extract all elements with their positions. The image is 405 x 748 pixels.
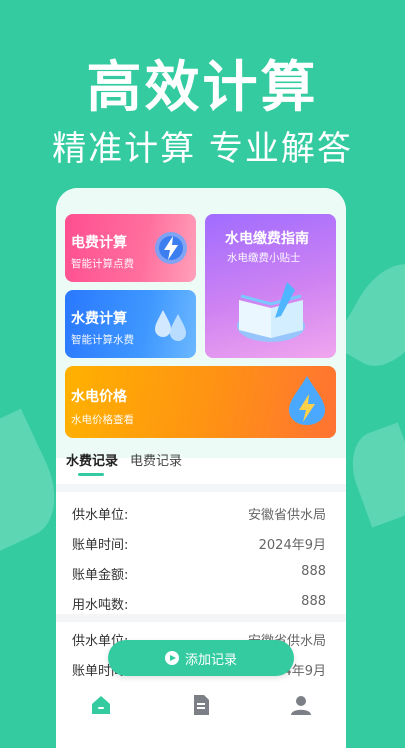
card-subtitle: 智能计算水费 bbox=[71, 334, 134, 346]
card-title: 水电缴费指南 bbox=[225, 231, 309, 247]
card-title: 电费计算 bbox=[71, 235, 127, 251]
utility-price-card[interactable]: 水电价格 水电价格查看 bbox=[65, 366, 336, 438]
field-value: 安徽省供水局 bbox=[247, 508, 326, 523]
tab-water-records[interactable]: 水费记录 bbox=[66, 450, 118, 469]
field-value: 888 bbox=[301, 594, 326, 609]
field-label: 用水吨数: bbox=[72, 598, 129, 613]
card-subtitle: 智能计算点费 bbox=[71, 258, 134, 270]
nav-records[interactable] bbox=[189, 694, 213, 716]
user-icon bbox=[291, 696, 311, 715]
hero-title: 高效计算 bbox=[86, 55, 319, 119]
tab-electric-records[interactable]: 电费记录 bbox=[130, 450, 182, 469]
card-subtitle: 水电价格查看 bbox=[71, 414, 134, 426]
water-calc-card[interactable]: 水费计算 智能计算水费 bbox=[65, 290, 196, 358]
record-row-amount: 账单金额: 888 bbox=[72, 564, 326, 584]
nav-profile[interactable] bbox=[289, 694, 313, 716]
field-value: 888 bbox=[301, 564, 326, 579]
lightning-drop-icon bbox=[151, 228, 191, 272]
card-title: 水费计算 bbox=[71, 311, 127, 327]
divider bbox=[56, 484, 346, 492]
add-record-label: 添加记录 bbox=[184, 652, 237, 668]
record-card[interactable]: 供水单位: 安徽省供水局 账单时间: 2024年9月 账单金额: 888 用水吨… bbox=[64, 494, 338, 614]
card-subtitle: 水电缴费小贴士 bbox=[227, 252, 301, 264]
record-row-usage: 用水吨数: 888 bbox=[72, 594, 326, 614]
hero-subtitle: 精准计算 专业解答 bbox=[52, 129, 353, 169]
document-icon bbox=[194, 695, 209, 715]
payment-guide-card[interactable]: 水电缴费指南 水电缴费小贴士 bbox=[205, 214, 336, 358]
field-label: 账单时间: bbox=[72, 538, 129, 553]
record-row-supplier: 供水单位: 安徽省供水局 bbox=[72, 504, 326, 524]
book-icon bbox=[227, 276, 315, 354]
water-lightning-icon bbox=[279, 372, 331, 432]
decorative-leaf bbox=[341, 422, 405, 528]
water-drops-icon bbox=[149, 302, 193, 350]
nav-home[interactable] bbox=[89, 694, 113, 716]
field-label: 账单金额: bbox=[72, 568, 129, 583]
play-circle-icon bbox=[164, 651, 179, 665]
record-row-time: 账单时间: 2024年9月 bbox=[72, 534, 326, 554]
electricity-calc-card[interactable]: 电费计算 智能计算点费 bbox=[65, 214, 196, 282]
add-record-button[interactable]: 添加记录 bbox=[108, 640, 294, 676]
active-tab-indicator bbox=[78, 473, 104, 476]
card-title: 水电价格 bbox=[71, 389, 127, 405]
divider bbox=[56, 614, 346, 622]
bottom-nav bbox=[56, 688, 346, 720]
home-icon bbox=[92, 696, 110, 714]
field-value: 2024年9月 bbox=[258, 538, 326, 553]
field-label: 供水单位: bbox=[72, 508, 129, 523]
